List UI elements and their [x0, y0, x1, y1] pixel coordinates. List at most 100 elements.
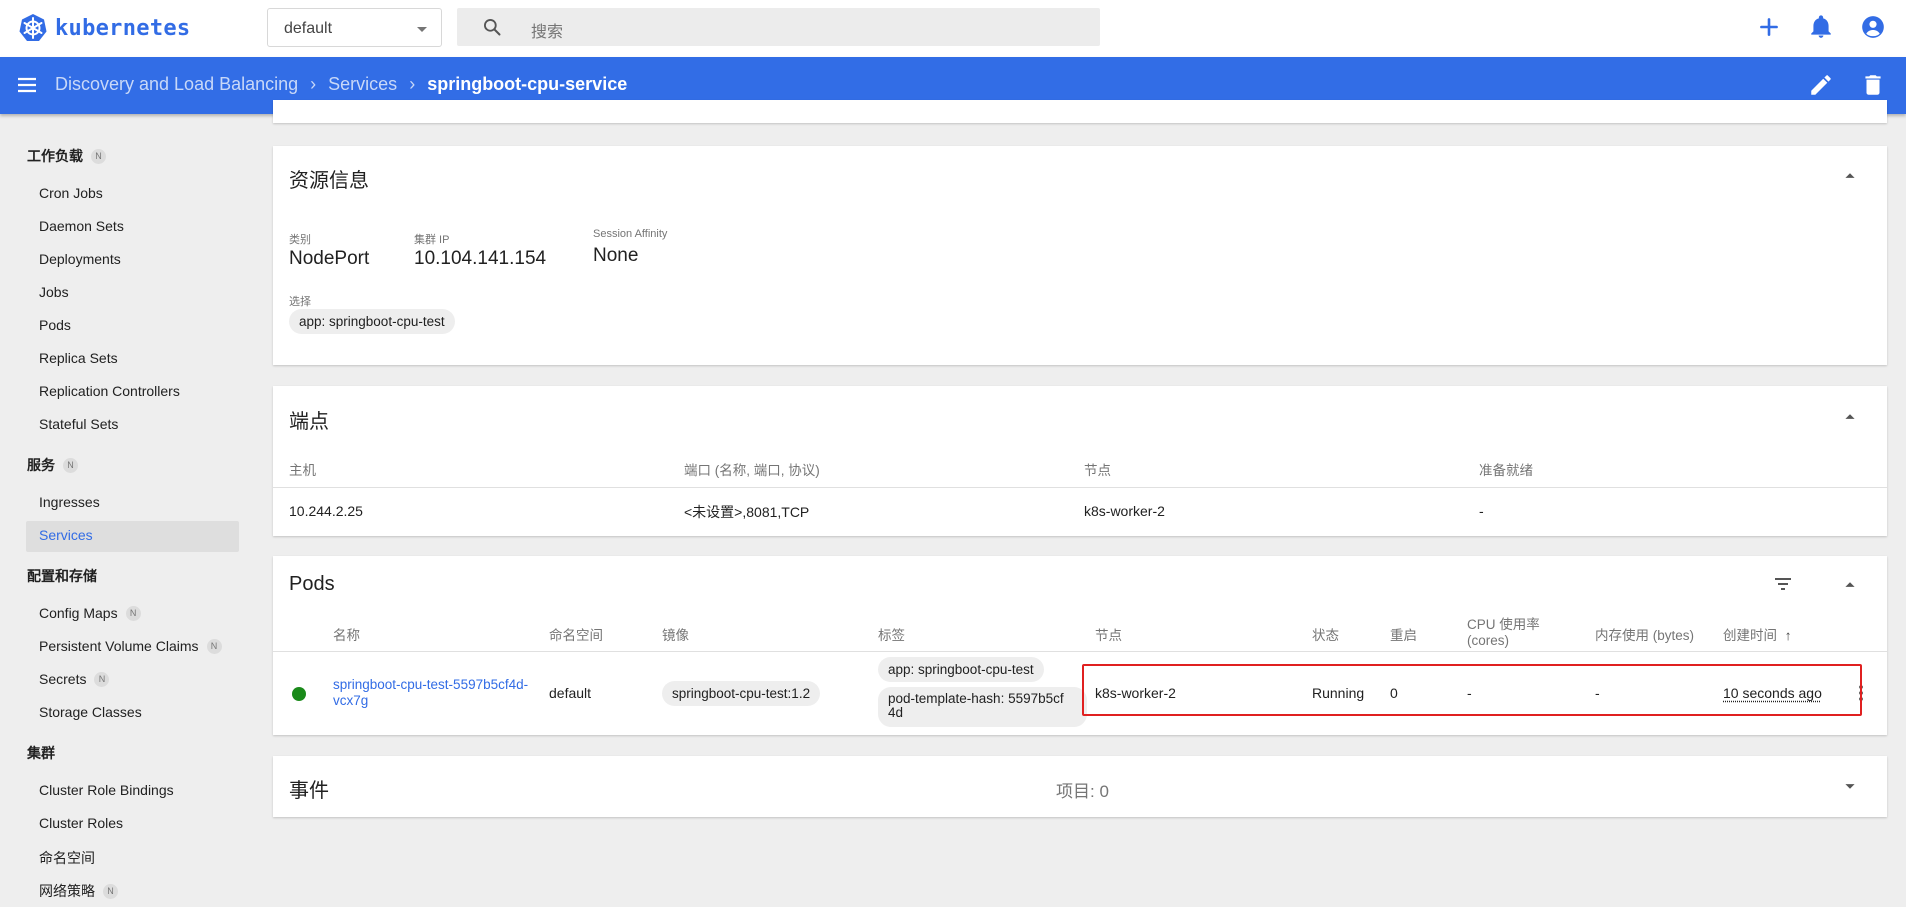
column-header-namespace[interactable]: 命名空间 — [549, 624, 603, 644]
sidebar-item-network-policies[interactable]: 网络策略 N — [39, 881, 118, 901]
running-status-icon — [292, 687, 306, 701]
pod-label-line1: pod-template-hash: 5597b5cf — [888, 691, 1064, 706]
edit-icon[interactable] — [1808, 72, 1834, 98]
sidebar-item-secrets[interactable]: Secrets N — [39, 671, 110, 687]
sidebar-item-cron-jobs[interactable]: Cron Jobs — [39, 185, 103, 201]
sidebar-item-pvc[interactable]: Persistent Volume Claims N — [39, 638, 222, 654]
kubernetes-logo[interactable]: kubernetes — [18, 13, 190, 43]
chevron-right-icon: › — [409, 74, 416, 94]
sidebar-item-label: 命名空间 — [39, 850, 95, 866]
column-header-node: 节点 — [1084, 463, 1111, 478]
search-icon — [484, 19, 501, 36]
expand-arrow-icon[interactable] — [1839, 775, 1861, 797]
sidebar-section-workloads[interactable]: 工作负载 N — [27, 146, 106, 166]
card-title: 端点 — [289, 411, 329, 433]
column-header-node[interactable]: 节点 — [1095, 624, 1122, 644]
created-header-label: 创建时间 — [1723, 628, 1777, 643]
selector-label: 选择 — [289, 296, 311, 308]
pod-label-chip: pod-template-hash: 5597b5cf 4d — [878, 687, 1087, 727]
namespace-value: default — [284, 20, 333, 37]
account-icon[interactable] — [1860, 14, 1886, 40]
sidebar-item-jobs[interactable]: Jobs — [39, 284, 69, 300]
section-title: 配置和存储 — [27, 568, 97, 584]
sidebar-item-replica-sets[interactable]: Replica Sets — [39, 350, 118, 366]
namespaced-badge: N — [103, 883, 118, 899]
endpoint-ports: <未设置>,8081,TCP — [684, 504, 810, 520]
sidebar-item-label: Cluster Roles — [39, 815, 124, 831]
chevron-right-icon: › — [310, 74, 317, 94]
sidebar-item-label: Cluster Role Bindings — [39, 782, 174, 798]
section-title: 集群 — [27, 745, 55, 761]
sidebar-item-deployments[interactable]: Deployments — [39, 251, 121, 267]
sidebar-item-config-maps[interactable]: Config Maps N — [39, 605, 141, 621]
column-header-host: 主机 — [289, 463, 316, 478]
endpoints-card: 端点 主机 端口 (名称, 端口, 协议) 节点 准备就绪 10.244.2.2… — [273, 386, 1887, 536]
collapse-arrow-icon[interactable] — [1839, 165, 1861, 187]
column-header-image: 镜像 — [662, 628, 689, 643]
breadcrumb-discovery[interactable]: Discovery and Load Balancing — [55, 74, 298, 95]
card-title: Pods — [289, 573, 335, 595]
notifications-bell-icon[interactable] — [1808, 14, 1834, 40]
metadata-card-edge — [273, 100, 1887, 123]
sidebar-section-config-storage[interactable]: 配置和存储 — [27, 566, 97, 586]
search-input[interactable]: 搜索 — [531, 18, 563, 42]
column-header-labels: 标签 — [878, 628, 905, 643]
divider — [273, 487, 1887, 488]
kubernetes-wheel-icon — [19, 14, 47, 41]
type-value: NodePort — [289, 248, 370, 269]
namespaced-badge: N — [125, 605, 141, 621]
column-header-name[interactable]: 名称 — [333, 624, 360, 644]
section-title: 工作负载 — [27, 148, 83, 164]
section-title: 服务 — [27, 457, 55, 473]
sidebar-section-services[interactable]: 服务 N — [27, 455, 78, 475]
collapse-arrow-icon[interactable] — [1839, 406, 1861, 428]
session-affinity-value: None — [593, 245, 639, 266]
filter-icon[interactable] — [1771, 572, 1795, 596]
column-header-ports: 端口 (名称, 端口, 协议) — [684, 463, 820, 478]
sidebar-item-label: Deployments — [39, 251, 121, 267]
events-card: 事件 项目: 0 — [273, 756, 1887, 817]
pod-name-link[interactable]: springboot-cpu-test-5597b5cf4d- vcx7g — [333, 677, 528, 709]
sidebar-section-cluster[interactable]: 集群 — [27, 743, 55, 763]
menu-icon[interactable] — [15, 73, 39, 97]
sidebar-item-ingresses[interactable]: Ingresses — [39, 494, 100, 510]
cpu-header-line2: (cores) — [1467, 633, 1510, 648]
column-header-status[interactable]: 状态 — [1312, 624, 1339, 644]
sidebar-item-label: Ingresses — [39, 494, 100, 510]
breadcrumb-services[interactable]: Services — [328, 74, 397, 95]
sidebar-item-storage-classes[interactable]: Storage Classes — [39, 704, 142, 720]
selector-chip: app: springboot-cpu-test — [289, 309, 455, 334]
sidebar-item-services[interactable]: Services — [39, 527, 93, 543]
sidebar-item-daemon-sets[interactable]: Daemon Sets — [39, 218, 124, 234]
sort-arrow-up-icon: ↑ — [1784, 628, 1792, 643]
card-title: 资源信息 — [289, 170, 369, 192]
sidebar-item-label: Persistent Volume Claims — [39, 638, 199, 654]
namespaced-badge: N — [63, 457, 78, 473]
namespaced-badge: N — [206, 638, 222, 654]
sidebar-item-namespaces[interactable]: 命名空间 — [39, 848, 95, 868]
session-affinity-label: Session Affinity — [593, 228, 668, 240]
endpoint-ready: - — [1479, 503, 1484, 519]
delete-icon[interactable] — [1860, 72, 1886, 98]
column-header-created[interactable]: 创建时间 ↑ — [1723, 624, 1792, 644]
card-title: 事件 — [289, 780, 329, 802]
sidebar-item-replication-controllers[interactable]: Replication Controllers — [39, 383, 180, 399]
sidebar-item-label: 网络策略 — [39, 883, 95, 899]
sidebar-item-label: Config Maps — [39, 605, 118, 621]
type-label: 类别 — [289, 234, 311, 246]
sidebar-item-pods[interactable]: Pods — [39, 317, 71, 333]
logo-text: kubernetes — [55, 15, 191, 41]
add-icon[interactable] — [1756, 14, 1782, 40]
namespaced-badge: N — [94, 671, 110, 687]
sidebar-item-label: Stateful Sets — [39, 416, 119, 432]
sidebar-item-cluster-role-bindings[interactable]: Cluster Role Bindings — [39, 782, 174, 798]
sidebar-item-label: Replica Sets — [39, 350, 118, 366]
dropdown-caret-icon — [417, 27, 427, 32]
column-header-restarts: 重启 — [1390, 628, 1417, 643]
endpoint-node: k8s-worker-2 — [1084, 503, 1165, 519]
sidebar-item-cluster-roles[interactable]: Cluster Roles — [39, 815, 123, 831]
collapse-arrow-icon[interactable] — [1839, 574, 1861, 596]
search-box[interactable]: 搜索 — [457, 8, 1100, 46]
sidebar-item-stateful-sets[interactable]: Stateful Sets — [39, 416, 118, 432]
namespace-select[interactable]: default — [267, 8, 442, 47]
